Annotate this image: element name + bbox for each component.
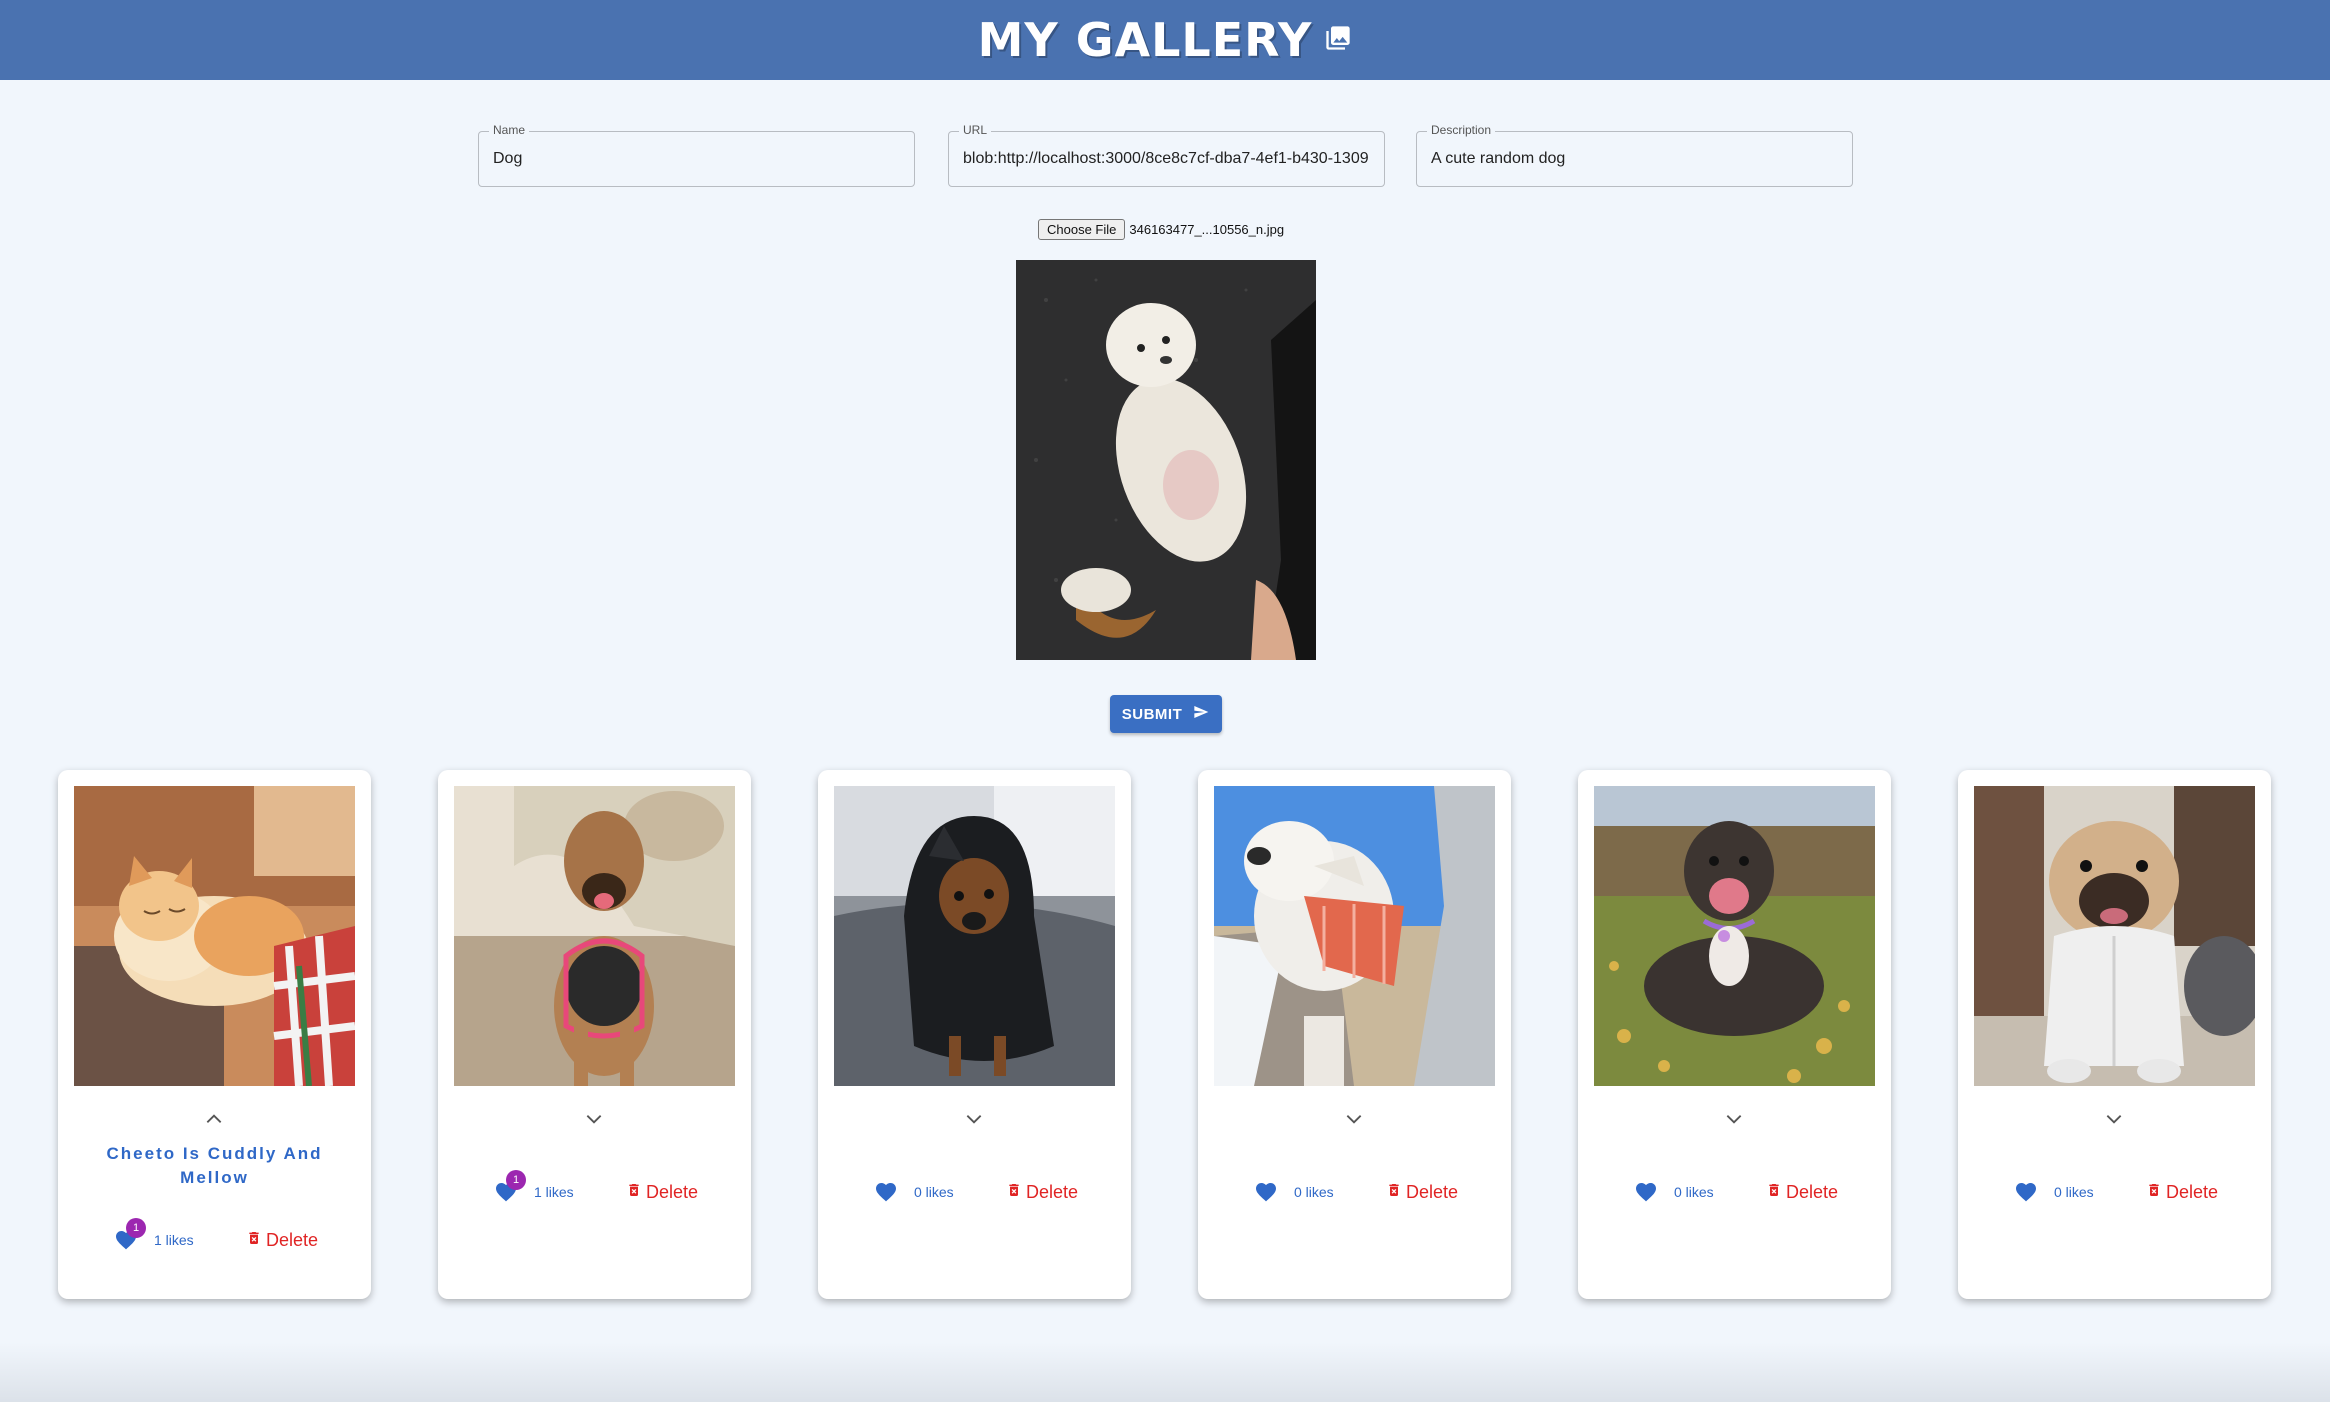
delete-button[interactable]: Delete	[1006, 1180, 1078, 1205]
delete-button[interactable]: Delete	[626, 1180, 698, 1205]
likes-count: 0 likes	[914, 1184, 954, 1200]
description-label: Description	[1427, 123, 1496, 137]
likes-count: 0 likes	[1674, 1184, 1714, 1200]
card-actions: 0 likes Delete	[1958, 1180, 2271, 1210]
chevron-up-icon[interactable]	[204, 1112, 224, 1131]
chevron-down-icon[interactable]	[1724, 1112, 1744, 1131]
gallery-card: 0 likes Delete	[1198, 770, 1511, 1299]
card-actions: 0 likes Delete	[1578, 1180, 1891, 1210]
gallery-card: 0 likes Delete	[1958, 770, 2271, 1299]
card-image-cat[interactable]	[74, 786, 355, 1086]
heart-icon	[2014, 1180, 2038, 1204]
trash-icon	[626, 1180, 646, 1205]
send-icon	[1192, 704, 1210, 724]
trash-icon	[1006, 1180, 1026, 1205]
heart-icon	[1634, 1180, 1658, 1204]
submit-label: SUBMIT	[1121, 705, 1183, 723]
trash-icon	[246, 1228, 266, 1253]
like-button[interactable]: 0 likes	[874, 1180, 954, 1204]
card-image-dog[interactable]	[454, 786, 735, 1086]
gallery-card: 0 likes Delete	[1578, 770, 1891, 1299]
page-bottom-shadow	[0, 1342, 2330, 1402]
likes-count: 1 likes	[534, 1184, 574, 1200]
delete-button[interactable]: Delete	[1386, 1180, 1458, 1205]
delete-button[interactable]: Delete	[2146, 1180, 2218, 1205]
file-chooser: Choose File 346163477_...10556_n.jpg	[1038, 218, 1284, 240]
heart-icon: 1	[114, 1218, 146, 1252]
trash-icon	[1766, 1180, 1786, 1205]
like-button[interactable]: 1 1 likes	[494, 1170, 574, 1204]
description-field[interactable]: Description A cute random dog	[1416, 123, 1853, 187]
like-count-badge: 1	[126, 1218, 146, 1238]
name-input[interactable]: Dog	[493, 150, 904, 168]
url-input[interactable]: blob:http://localhost:3000/8ce8c7cf-dba7…	[963, 150, 1374, 168]
card-title: Cheeto Is Cuddly And Mellow	[106, 1144, 323, 1187]
description-input[interactable]: A cute random dog	[1431, 150, 1842, 168]
chevron-down-icon[interactable]	[964, 1112, 984, 1131]
card-actions: 0 likes Delete	[1198, 1180, 1511, 1210]
delete-label: Delete	[1026, 1182, 1079, 1202]
like-button[interactable]: 0 likes	[1254, 1180, 1334, 1204]
delete-button[interactable]: Delete	[246, 1228, 318, 1253]
url-label: URL	[959, 123, 992, 137]
like-count-badge: 1	[506, 1170, 526, 1190]
upload-preview-image	[1016, 260, 1316, 660]
card-image-dog[interactable]	[1214, 786, 1495, 1086]
chevron-down-icon[interactable]	[1344, 1112, 1364, 1131]
delete-button[interactable]: Delete	[1766, 1180, 1838, 1205]
delete-label: Delete	[1406, 1182, 1459, 1202]
url-field[interactable]: URL blob:http://localhost:3000/8ce8c7cf-…	[948, 123, 1385, 187]
card-image-dog[interactable]	[1974, 786, 2255, 1086]
heart-icon	[874, 1180, 898, 1204]
gallery-card: Cheeto Is Cuddly And Mellow 1 1 likes De…	[58, 770, 371, 1299]
card-image-dog[interactable]	[1594, 786, 1875, 1086]
card-actions: 1 1 likes Delete	[438, 1170, 751, 1210]
chevron-down-icon[interactable]	[2104, 1112, 2124, 1131]
like-button[interactable]: 0 likes	[1634, 1180, 1714, 1204]
submit-button[interactable]: SUBMIT	[1110, 695, 1222, 733]
card-actions: 1 1 likes Delete	[58, 1218, 371, 1258]
trash-icon	[1386, 1180, 1406, 1205]
photo-library-icon	[1324, 24, 1352, 57]
card-image-dog[interactable]	[834, 786, 1115, 1086]
delete-label: Delete	[646, 1182, 699, 1202]
gallery-card: 0 likes Delete	[818, 770, 1131, 1299]
name-label: Name	[489, 123, 530, 137]
heart-icon: 1	[494, 1170, 526, 1204]
choose-file-button[interactable]: Choose File	[1038, 218, 1126, 240]
name-field[interactable]: Name Dog	[478, 123, 915, 187]
gallery-card: 1 1 likes Delete	[438, 770, 751, 1299]
file-name: 346163477_...10556_n.jpg	[1129, 221, 1285, 237]
app-header: MY GALLERY	[0, 0, 2330, 80]
delete-label: Delete	[2166, 1182, 2219, 1202]
page-title: MY GALLERY	[977, 13, 1313, 67]
card-actions: 0 likes Delete	[818, 1180, 1131, 1210]
likes-count: 0 likes	[2054, 1184, 2094, 1200]
likes-count: 0 likes	[1294, 1184, 1334, 1200]
like-button[interactable]: 1 1 likes	[114, 1218, 194, 1252]
trash-icon	[2146, 1180, 2166, 1205]
chevron-down-icon[interactable]	[584, 1112, 604, 1131]
heart-icon	[1254, 1180, 1278, 1204]
delete-label: Delete	[1786, 1182, 1839, 1202]
like-button[interactable]: 0 likes	[2014, 1180, 2094, 1204]
delete-label: Delete	[266, 1230, 319, 1250]
likes-count: 1 likes	[154, 1232, 194, 1248]
